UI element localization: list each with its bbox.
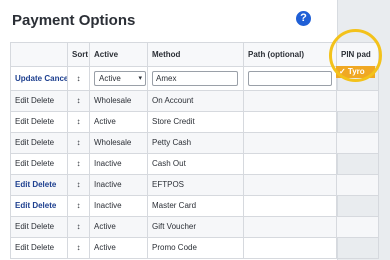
col-actions-header bbox=[10, 42, 68, 67]
table-row: Edit Delete ↕ Inactive EFTPOS bbox=[10, 174, 379, 196]
row-path bbox=[243, 174, 337, 196]
row-method: Promo Code bbox=[147, 237, 244, 259]
table-row: Edit Delete ↕ Inactive Master Card bbox=[10, 195, 379, 217]
row-actions[interactable]: Edit Delete bbox=[10, 237, 68, 259]
row-actions[interactable]: Edit Delete bbox=[10, 174, 68, 196]
row-path bbox=[243, 195, 337, 217]
sort-handle-icon[interactable]: ↕ bbox=[67, 216, 90, 238]
row-actions[interactable]: Edit Delete bbox=[10, 111, 68, 133]
payment-options-table: Sort Active Method Path (optional) PIN p… bbox=[10, 42, 379, 259]
row-active-status: Active bbox=[89, 111, 148, 133]
sort-handle-icon[interactable]: ↕ bbox=[67, 66, 90, 91]
page-title: Payment Options bbox=[12, 12, 136, 29]
row-pinpad bbox=[336, 153, 379, 175]
row-path bbox=[243, 111, 337, 133]
col-method-header[interactable]: Method bbox=[147, 42, 244, 67]
method-input[interactable]: Amex bbox=[152, 71, 238, 87]
active-select-value: Active bbox=[99, 74, 121, 84]
row-active-status: Wholesale bbox=[89, 90, 148, 112]
row-method: Petty Cash bbox=[147, 132, 244, 154]
col-sort-header[interactable]: Sort bbox=[67, 42, 90, 67]
sort-handle-icon[interactable]: ↕ bbox=[67, 174, 90, 196]
row-pinpad bbox=[336, 195, 379, 217]
row-pinpad bbox=[336, 216, 379, 238]
row-active-status: Inactive bbox=[89, 195, 148, 217]
table-row: Edit Delete ↕ Wholesale Petty Cash bbox=[10, 132, 379, 154]
sort-handle-icon[interactable]: ↕ bbox=[67, 195, 90, 217]
active-select[interactable]: Active ▾ bbox=[94, 71, 146, 87]
row-actions[interactable]: Edit Delete bbox=[10, 195, 68, 217]
row-active-status: Wholesale bbox=[89, 132, 148, 154]
row-actions[interactable]: Edit Delete bbox=[10, 132, 68, 154]
row-pinpad bbox=[336, 111, 379, 133]
table-row: Edit Delete ↕ Inactive Cash Out bbox=[10, 153, 379, 175]
row-pinpad bbox=[336, 90, 379, 112]
row-path bbox=[243, 153, 337, 175]
row-method: EFTPOS bbox=[147, 174, 244, 196]
table-row: Edit Delete ↕ Active Store Credit bbox=[10, 111, 379, 133]
row-path bbox=[243, 132, 337, 154]
row-method: Master Card bbox=[147, 195, 244, 217]
row-active-status: Active bbox=[89, 216, 148, 238]
row-method: On Account bbox=[147, 90, 244, 112]
row-actions[interactable]: Edit Delete bbox=[10, 153, 68, 175]
update-cancel-actions[interactable]: Update Cancel bbox=[10, 66, 68, 91]
table-header-row: Sort Active Method Path (optional) PIN p… bbox=[10, 42, 379, 67]
highlight-circle bbox=[329, 29, 382, 82]
table-row: Edit Delete ↕ Wholesale On Account bbox=[10, 90, 379, 112]
sort-handle-icon[interactable]: ↕ bbox=[67, 237, 90, 259]
row-path bbox=[243, 237, 337, 259]
help-icon[interactable]: ? bbox=[296, 11, 311, 26]
sort-handle-icon[interactable]: ↕ bbox=[67, 90, 90, 112]
path-input[interactable] bbox=[248, 71, 332, 87]
row-method: Store Credit bbox=[147, 111, 244, 133]
row-pinpad bbox=[336, 132, 379, 154]
sort-handle-icon[interactable]: ↕ bbox=[67, 111, 90, 133]
col-path-header[interactable]: Path (optional) bbox=[243, 42, 337, 67]
row-pinpad bbox=[336, 237, 379, 259]
col-active-header[interactable]: Active bbox=[89, 42, 148, 67]
chevron-down-icon: ▾ bbox=[138, 75, 142, 83]
table-row-editing: Update Cancel ↕ Active ▾ Amex bbox=[10, 66, 379, 91]
row-actions[interactable]: Edit Delete bbox=[10, 216, 68, 238]
row-active-status: Active bbox=[89, 237, 148, 259]
row-active-status: Inactive bbox=[89, 174, 148, 196]
table-row: Edit Delete ↕ Active Gift Voucher bbox=[10, 216, 379, 238]
row-path bbox=[243, 216, 337, 238]
table-row: Edit Delete ↕ Active Promo Code bbox=[10, 237, 379, 259]
row-active-status: Inactive bbox=[89, 153, 148, 175]
row-method: Cash Out bbox=[147, 153, 244, 175]
row-pinpad bbox=[336, 174, 379, 196]
sort-handle-icon[interactable]: ↕ bbox=[67, 153, 90, 175]
row-path bbox=[243, 90, 337, 112]
sort-handle-icon[interactable]: ↕ bbox=[67, 132, 90, 154]
row-actions[interactable]: Edit Delete bbox=[10, 90, 68, 112]
row-method: Gift Voucher bbox=[147, 216, 244, 238]
